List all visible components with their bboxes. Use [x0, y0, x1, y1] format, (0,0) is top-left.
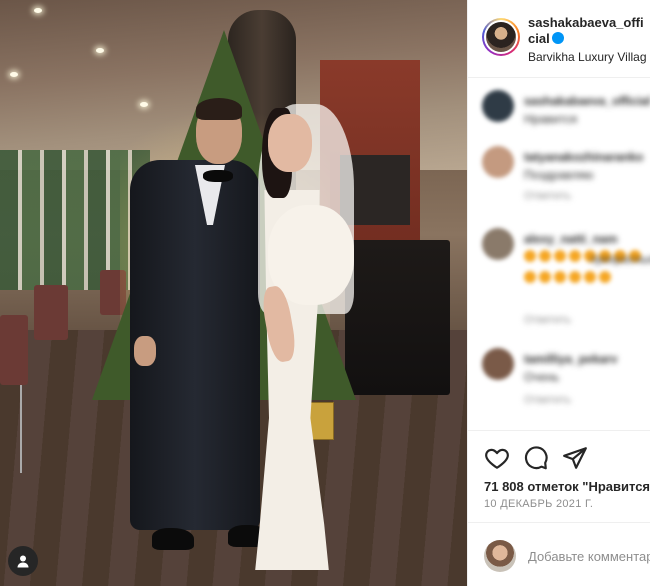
comment-username[interactable]: alexy_natti_nam [524, 232, 617, 246]
comment-item: alexy_natti_nam прекрасные Ответить [482, 228, 650, 338]
comment-text: Поздравляю [524, 168, 594, 182]
chair-leg [20, 385, 22, 473]
speech-bubble-icon[interactable] [523, 445, 549, 471]
groom-hair [196, 98, 242, 120]
author-username-text[interactable]: sashakabaeva_official [528, 15, 644, 46]
person-icon[interactable] [8, 546, 38, 576]
comment-reply-link[interactable]: Ответить [524, 394, 571, 406]
chair [34, 285, 68, 340]
comment-username[interactable]: tamilliya_pekarv [524, 352, 617, 366]
comment-item: tatyanakozhinaranko Поздравляю Ответить [482, 146, 647, 206]
comment-avatar[interactable] [482, 228, 514, 260]
post-photo[interactable] [0, 0, 467, 586]
heart-icon[interactable] [484, 445, 510, 471]
comment-avatar[interactable] [482, 348, 514, 380]
instagram-post-modal: sashakabaeva_official Barvikha Luxury Vi… [0, 0, 650, 586]
paper-plane-icon[interactable] [562, 445, 588, 471]
likes-count[interactable]: 71 808 отметок "Нравится" [484, 479, 650, 494]
comment-input[interactable] [528, 549, 650, 564]
post-actions [468, 430, 650, 470]
comment-username[interactable]: sashakabaeva_official [524, 94, 650, 108]
comment-avatar[interactable] [482, 90, 514, 122]
post-location[interactable]: Barvikha Luxury Villag [528, 50, 650, 64]
ceiling-light [10, 72, 18, 77]
ceiling-light [34, 8, 42, 13]
comment-reply-link[interactable]: Ответить [524, 190, 571, 202]
bar-counter [345, 240, 450, 395]
comment-text: прекрасные [590, 252, 650, 266]
comment-item: tamilliya_pekarv Очень Ответить [482, 348, 647, 418]
comments-list[interactable]: sashakabaeva_official Нравится tatyanako… [468, 78, 650, 428]
comment-text: Очень [524, 370, 560, 384]
post-date[interactable]: 10 ДЕКАБРЬ 2021 Г. [484, 498, 593, 510]
verified-badge-icon [551, 32, 564, 44]
groom-shoe [152, 528, 194, 550]
post-side-panel: sashakabaeva_official Barvikha Luxury Vi… [467, 0, 650, 586]
comment-item: sashakabaeva_official Нравится [482, 90, 650, 130]
groom-hand [134, 336, 156, 366]
comment-avatar[interactable] [482, 146, 514, 178]
post-header: sashakabaeva_official Barvikha Luxury Vi… [468, 0, 650, 78]
author-avatar[interactable] [482, 18, 520, 56]
bride-head [268, 114, 312, 172]
comment-reply-link[interactable]: Ответить [524, 314, 571, 326]
author-username[interactable]: sashakabaeva_official [528, 15, 646, 47]
comment-text: Нравится [524, 112, 577, 126]
bow-tie [203, 170, 233, 182]
add-comment-bar [468, 522, 650, 586]
chair [0, 315, 28, 385]
comment-username[interactable]: tatyanakozhinaranko [524, 150, 643, 164]
current-user-avatar [484, 540, 516, 572]
